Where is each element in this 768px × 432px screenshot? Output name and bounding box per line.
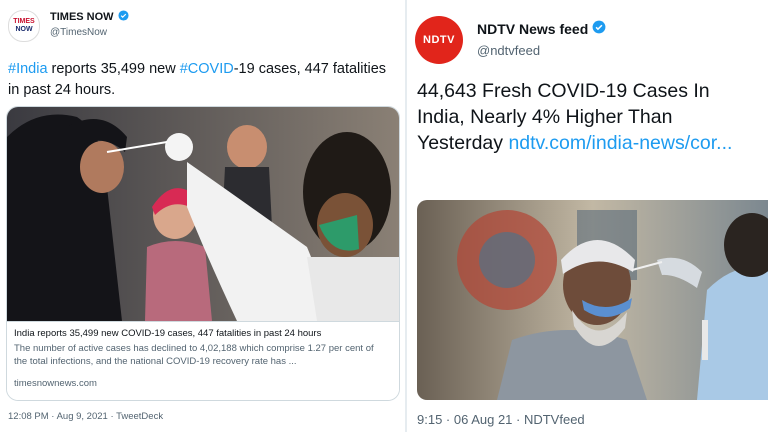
tweet-image[interactable] (417, 200, 768, 400)
card-body: India reports 35,499 new COVID-19 cases,… (7, 321, 399, 400)
link-card[interactable]: India reports 35,499 new COVID-19 cases,… (6, 106, 400, 401)
display-name[interactable]: TIMES NOW (50, 10, 129, 24)
avatar-text: NOW (15, 26, 33, 33)
tweet-text-part: reports 35,499 new (47, 61, 180, 77)
avatar-text: NDTV (423, 34, 455, 46)
card-title: India reports 35,499 new COVID-19 cases,… (14, 328, 322, 339)
avatar-text: TIMES (13, 18, 35, 25)
hashtag-covid[interactable]: #COVID (180, 61, 234, 77)
verified-icon (592, 20, 606, 37)
card-image (7, 107, 399, 321)
avatar[interactable]: TIMES NOW (8, 10, 40, 42)
display-name-text: NDTV News feed (477, 20, 589, 37)
tweet-header: TIMES NOW TIMES NOW @TimesNow (8, 10, 129, 42)
display-name[interactable]: NDTV News feed (477, 20, 606, 37)
user-handle[interactable]: @ndtvfeed (477, 43, 606, 58)
tweet-text: 44,643 Fresh COVID-19 Cases In India, Ne… (417, 78, 762, 156)
card-domain[interactable]: timesnownews.com (14, 378, 97, 389)
tweet-ndtv[interactable]: NDTV NDTV News feed @ndtvfeed 44,643 Fre… (407, 0, 768, 432)
card-description: The number of active cases has declined … (14, 343, 374, 367)
tweet-text: #India reports 35,499 new #COVID-19 case… (8, 59, 388, 101)
tweet-link[interactable]: ndtv.com/india-news/cor... (508, 132, 732, 154)
avatar[interactable]: NDTV (415, 16, 463, 64)
tweet-header: NDTV NDTV News feed @ndtvfeed (415, 16, 606, 64)
display-name-text: TIMES NOW (50, 11, 114, 23)
tweet-timestamp[interactable]: 12:08 PM · Aug 9, 2021 · TweetDeck (8, 411, 163, 422)
tweet-timesnow[interactable]: TIMES NOW TIMES NOW @TimesNow #India rep… (0, 0, 405, 432)
tweet-timestamp[interactable]: 9:15 · 06 Aug 21 · NDTVfeed (417, 412, 585, 427)
verified-icon (118, 10, 129, 24)
user-handle[interactable]: @TimesNow (50, 27, 129, 38)
hashtag-india[interactable]: #India (8, 61, 48, 77)
